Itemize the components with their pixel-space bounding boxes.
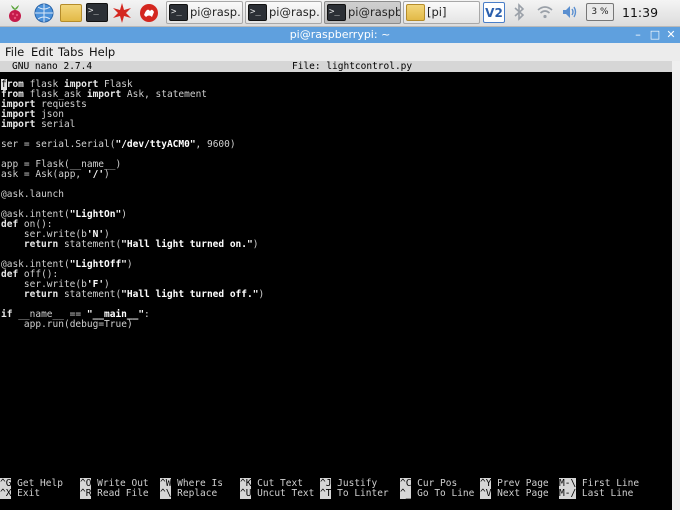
code-line: ser = serial.Serial("/dev/ttyACM0", 9600… <box>1 139 236 150</box>
shortcut-key: ^U <box>240 488 252 499</box>
shortcut-item: ^T To Linter <box>320 488 389 499</box>
shortcut-key: ^_ <box>400 488 412 499</box>
shortcut-item: ^R Read File <box>80 488 149 499</box>
minimize-button[interactable]: – <box>630 27 646 43</box>
code-line: import serial <box>1 119 76 130</box>
terminal-area[interactable]: GNU nano 2.7.4 File: lightcontrol.py fro… <box>0 61 680 510</box>
code-line: @ask.intent("LightOn") <box>1 209 127 220</box>
mathematica-icon[interactable] <box>111 2 133 24</box>
window-titlebar[interactable]: pi@raspberrypi: ~ – □ ✕ <box>0 27 680 43</box>
shortcut-item: M-/ Last Line <box>559 488 634 499</box>
shortcut-label: Replace <box>171 488 218 499</box>
shortcut-key: ^X <box>0 488 12 499</box>
shortcut-label: Last Line <box>576 488 634 499</box>
code-line: from flask_ask import Ask, statement <box>1 89 208 100</box>
task-label: pi@raspb… <box>348 5 400 19</box>
code-editor[interactable]: from flask import Flask from flask_ask im… <box>1 79 671 330</box>
cpu-monitor[interactable]: 3 % <box>586 3 614 21</box>
code-line: @ask.launch <box>1 189 64 200</box>
nano-version: GNU nano 2.7.4 <box>12 61 93 72</box>
task-terminal-1[interactable]: >_ pi@rasp… <box>166 1 243 24</box>
shortcut-item: ^X Exit <box>0 488 41 499</box>
code-line: import requests <box>1 99 87 110</box>
terminal-icon: >_ <box>248 4 267 21</box>
shortcut-label: Go To Line <box>411 488 475 499</box>
task-file-manager[interactable]: [pi] <box>403 1 480 24</box>
task-terminal-3[interactable]: >_ pi@raspb… <box>324 1 401 24</box>
bluetooth-icon[interactable] <box>512 3 526 25</box>
raspberry-menu-icon[interactable] <box>4 2 26 24</box>
window-title: pi@raspberrypi: ~ <box>289 28 391 41</box>
folder-icon <box>406 4 425 21</box>
web-browser-icon[interactable] <box>33 2 55 24</box>
menu-edit[interactable]: Edit <box>31 44 53 60</box>
file-manager-icon[interactable] <box>60 4 82 22</box>
volume-icon[interactable] <box>561 3 579 25</box>
scrollbar[interactable] <box>672 61 680 510</box>
nano-title-bar: GNU nano 2.7.4 File: lightcontrol.py <box>0 61 672 72</box>
terminal-icon: >_ <box>169 4 188 21</box>
shortcut-item: ^\ Replace <box>160 488 218 499</box>
terminal-launcher-icon[interactable]: >_ <box>86 3 108 22</box>
code-line: app.run(debug=True) <box>23 319 133 330</box>
terminal-icon: >_ <box>327 4 346 21</box>
shortcut-item: ^V Next Page <box>480 488 549 499</box>
task-terminal-2[interactable]: >_ pi@rasp… <box>245 1 322 24</box>
vnc-icon[interactable]: V2 <box>483 2 505 23</box>
shortcut-row-2: ^X Exit ^R Read File ^\ Replace ^U Uncut Te… <box>0 488 672 499</box>
shortcut-label: Uncut Text <box>251 488 315 499</box>
task-label: pi@rasp… <box>269 5 322 19</box>
shortcut-item: ^_ Go To Line <box>400 488 475 499</box>
task-label: pi@rasp… <box>190 5 243 19</box>
close-button[interactable]: ✕ <box>663 27 679 43</box>
code-line: ask = Ask(app, '/') <box>1 169 110 180</box>
shortcut-label: Exit <box>11 488 41 499</box>
code-line: @ask.intent("LightOff") <box>1 259 133 270</box>
menu-tabs[interactable]: Tabs <box>58 44 83 60</box>
shortcut-label: Next Page <box>491 488 549 499</box>
shortcut-key: ^R <box>80 488 92 499</box>
nano-file-name: File: lightcontrol.py <box>292 61 413 72</box>
shortcut-item: ^U Uncut Text <box>240 488 315 499</box>
shortcut-key: ^T <box>320 488 332 499</box>
wolfram-icon[interactable] <box>138 2 160 24</box>
menu-bar: File Edit Tabs Help <box>0 43 680 62</box>
maximize-button[interactable]: □ <box>647 27 663 43</box>
task-label: [pi] <box>427 5 447 19</box>
code-line: import json <box>1 109 64 120</box>
menu-file[interactable]: File <box>5 44 24 60</box>
shortcut-key: ^V <box>480 488 492 499</box>
menu-help[interactable]: Help <box>89 44 115 60</box>
code-line: return statement("Hall light turned off.… <box>23 289 265 300</box>
shortcut-label: Read File <box>91 488 149 499</box>
code-line: return statement("Hall light turned on."… <box>23 239 259 250</box>
taskbar: >_ >_ pi@rasp… >_ pi@rasp… >_ pi@raspb… … <box>0 0 680 27</box>
clock[interactable]: 11:39 <box>622 5 658 20</box>
wifi-icon[interactable] <box>536 3 554 25</box>
shortcut-label: To Linter <box>331 488 389 499</box>
shortcut-key: M-/ <box>559 488 577 499</box>
shortcut-key: ^\ <box>160 488 172 499</box>
